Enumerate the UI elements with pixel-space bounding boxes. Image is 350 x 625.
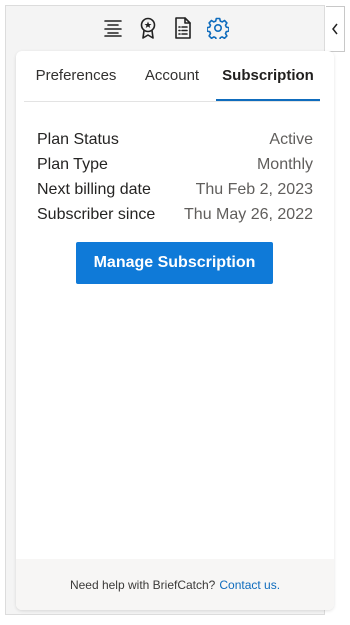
subscriber-since-value: Thu May 26, 2022: [184, 205, 313, 223]
settings-button[interactable]: [206, 16, 230, 40]
toolbar: [5, 5, 325, 51]
summary-icon: [103, 20, 122, 37]
tab-subscription[interactable]: Subscription: [216, 51, 320, 101]
plan-type-label: Plan Type: [37, 155, 108, 173]
subscription-details: Plan Status Active Plan Type Monthly Nex…: [37, 127, 313, 227]
plan-status-row: Plan Status Active: [37, 127, 313, 152]
manage-subscription-button[interactable]: Manage Subscription: [76, 242, 273, 284]
summary-button[interactable]: [101, 16, 125, 40]
award-icon: [140, 17, 155, 39]
tab-bar: Preferences Account Subscription: [24, 51, 320, 102]
collapse-panel-button[interactable]: [326, 6, 345, 52]
subscriber-since-label: Subscriber since: [37, 205, 156, 223]
tab-preferences[interactable]: Preferences: [24, 51, 128, 100]
plan-type-value: Monthly: [256, 155, 313, 173]
document-button[interactable]: [171, 16, 195, 40]
next-billing-row: Next billing date Thu Feb 2, 2023: [37, 177, 313, 202]
next-billing-value: Thu Feb 2, 2023: [195, 180, 313, 198]
chevron-left-icon: [332, 23, 338, 35]
award-button[interactable]: [136, 16, 160, 40]
next-billing-label: Next billing date: [37, 180, 151, 198]
plan-status-value: Active: [269, 130, 313, 148]
help-footer: Need help with BriefCatch? Contact us.: [16, 559, 334, 610]
settings-icon: [206, 17, 229, 39]
settings-card: Preferences Account Subscription Plan St…: [16, 51, 334, 610]
tab-account[interactable]: Account: [128, 51, 216, 100]
subscriber-since-row: Subscriber since Thu May 26, 2022: [37, 202, 313, 227]
plan-status-label: Plan Status: [37, 130, 119, 148]
help-text: Need help with BriefCatch?: [69, 577, 216, 592]
plan-type-row: Plan Type Monthly: [37, 152, 313, 177]
contact-us-link[interactable]: Contact us.: [219, 578, 280, 592]
document-icon: [174, 17, 191, 39]
